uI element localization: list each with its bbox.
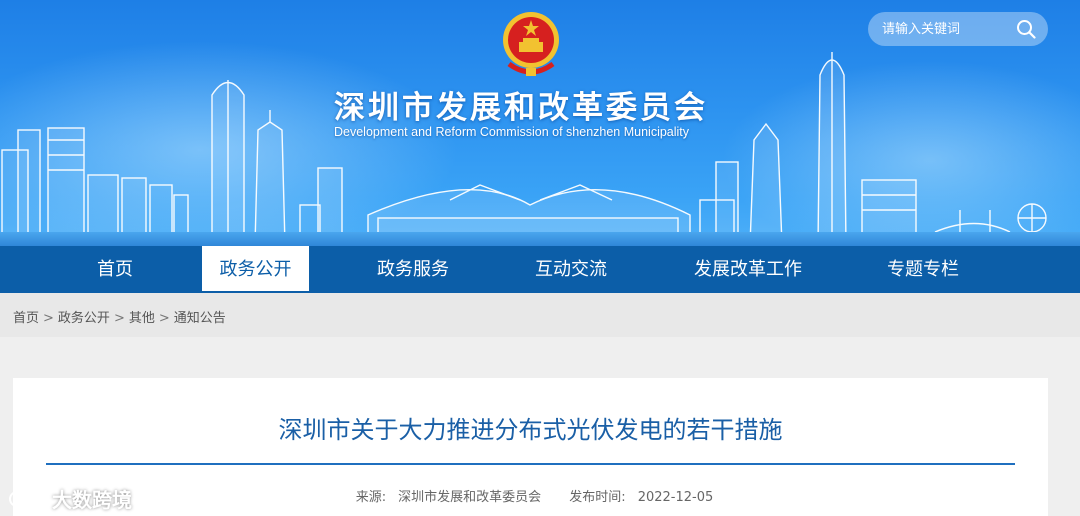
nav-item-interaction[interactable]: 互动交流 <box>510 246 632 293</box>
watermark-logo-icon <box>9 490 47 507</box>
site-subtitle: Development and Reform Commission of she… <box>334 125 690 139</box>
watermark: 大数跨境 <box>8 484 132 513</box>
breadcrumb-separator: > <box>158 311 170 326</box>
article-container: 深圳市关于大力推进分布式光伏发电的若干措施 来源: 深圳市发展和改革委员会 发布时… <box>13 378 1048 516</box>
date-value: 2022-12-05 <box>637 490 714 505</box>
main-nav: 首页 政务公开 政务服务 互动交流 发展改革工作 专题专栏 <box>0 246 1080 293</box>
breadcrumb-bar: 首页 > 政务公开 > 其他 > 通知公告 <box>0 293 1080 337</box>
article-title: 深圳市关于大力推进分布式光伏发电的若干措施 <box>278 416 783 444</box>
search-box[interactable] <box>868 12 1048 46</box>
date-label: 发布时间: <box>569 490 626 505</box>
title-divider <box>46 463 1015 465</box>
nav-item-special-topics[interactable]: 专题专栏 <box>862 246 984 293</box>
article-date: 发布时间: 2022-12-05 <box>561 490 713 505</box>
breadcrumb-notices[interactable]: 通知公告 <box>174 311 226 326</box>
nav-item-government-services[interactable]: 政务服务 <box>352 246 474 293</box>
article-source: 来源: 深圳市发展和改革委员会 <box>348 490 541 505</box>
watermark-text: 大数跨境 <box>52 488 132 512</box>
national-emblem-icon <box>503 12 559 76</box>
search-input[interactable] <box>882 12 1012 46</box>
breadcrumb-government-affairs[interactable]: 政务公开 <box>58 311 110 326</box>
breadcrumb-other[interactable]: 其他 <box>129 311 155 326</box>
nav-item-government-affairs[interactable]: 政务公开 <box>202 246 309 291</box>
breadcrumb-separator: > <box>43 311 54 326</box>
source-label: 来源: <box>355 490 387 505</box>
breadcrumb-home[interactable]: 首页 <box>13 311 39 326</box>
source-value: 深圳市发展和改革委员会 <box>398 490 542 505</box>
nav-item-development-reform[interactable]: 发展改革工作 <box>678 246 818 293</box>
site-title: 深圳市发展和改革委员会 <box>334 90 708 126</box>
page: 深圳市发展和改革委员会 Development and Reform Commi… <box>0 0 1080 516</box>
banner-water <box>0 232 1080 246</box>
breadcrumb-separator: > <box>113 311 125 326</box>
article-meta: 来源: 深圳市发展和改革委员会 发布时间: 2022-12-05 <box>13 486 1048 505</box>
breadcrumb: 首页 > 政务公开 > 其他 > 通知公告 <box>13 307 226 326</box>
nav-item-home[interactable]: 首页 <box>56 246 174 293</box>
header-banner: 深圳市发展和改革委员会 Development and Reform Commi… <box>0 0 1080 246</box>
search-icon[interactable] <box>1016 19 1036 39</box>
